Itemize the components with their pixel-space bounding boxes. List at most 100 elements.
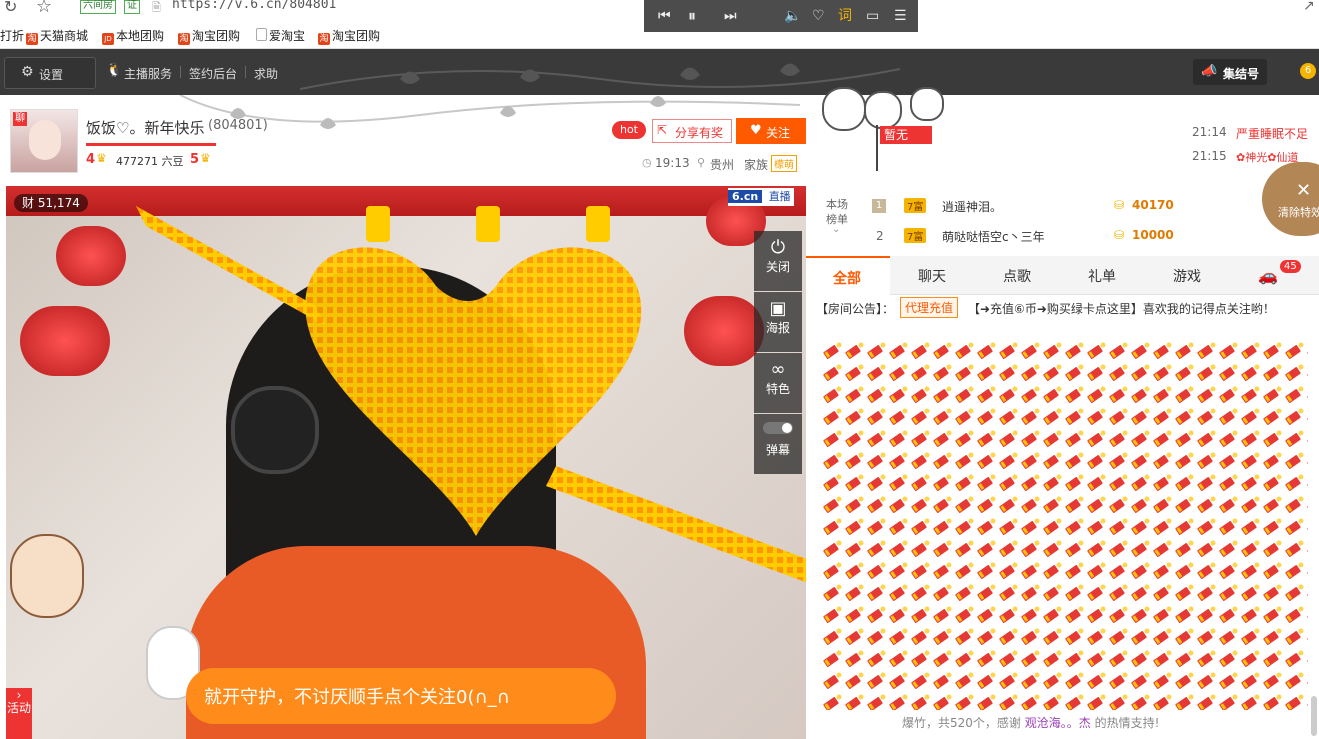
close-video-button[interactable]: ⏻ 关闭 [754, 231, 802, 291]
guard-head [910, 87, 944, 121]
taobao-icon: 淘 [318, 33, 330, 45]
share-button[interactable]: ⇱ 分享有奖 [652, 119, 732, 143]
star-icon[interactable]: ☆ [36, 0, 52, 17]
cartoon-girl [10, 534, 84, 618]
nav-contract[interactable]: 签约后台 [189, 65, 237, 82]
coin-icon[interactable]: 6 [1300, 63, 1316, 79]
bookmark-discount[interactable]: 打折 [0, 27, 24, 44]
follow-button[interactable]: ♥ 关注 [736, 118, 806, 144]
poster-button[interactable]: ▣ 海报 [754, 292, 802, 352]
marquee-banner: 就开守护，不讨厌顺手点个关注0(∩_∩ [186, 668, 616, 724]
features-button[interactable]: ∞ 特色 [754, 353, 802, 413]
family-badge[interactable]: 檬萌 [771, 155, 797, 172]
close-icon: ✕ [1296, 180, 1312, 201]
beans-count: 477271 六豆 [116, 155, 184, 168]
room-id: (804801) [208, 118, 268, 133]
volume-icon[interactable]: 🔈 [784, 7, 801, 25]
heart-icon[interactable]: ♡ [812, 7, 825, 25]
media-player-bar: ⏮ ⏸ ⏭ 🔈 ♡ 词 ▭ ☰ [644, 0, 918, 32]
face-shape [29, 120, 61, 160]
divider [180, 66, 181, 78]
crown-icon: ♛ [200, 151, 211, 165]
firecracker-gift-wall [822, 340, 1308, 710]
qq-icon: 🐧 [106, 63, 123, 78]
streamer-name: 饭饭♡。新年快乐 [86, 119, 205, 137]
chat-time: 21:14 [1192, 125, 1227, 139]
hot-badge: hot [612, 121, 646, 139]
image-icon: ▣ [769, 298, 787, 319]
agent-recharge-button[interactable]: 代理充值 [900, 297, 959, 318]
live-time: 19:13 [655, 156, 690, 170]
tab-song[interactable]: 点歌 [1003, 266, 1031, 286]
level-progress [86, 143, 216, 146]
toggle-off-icon [754, 414, 802, 437]
bookmark-tmall[interactable]: 淘天猫商城 [26, 27, 88, 45]
right-panel: 本场 榜单 ⌄ 1 7富 逍遥神泪。 ⛁ 40170 2 7富 萌哒哒悟空c丶三… [806, 162, 1319, 739]
reload-icon[interactable]: ↻ [4, 0, 17, 16]
nav-anchor-service[interactable]: 主播服务 [124, 65, 172, 82]
chevron-right-icon: › [16, 688, 22, 702]
heart-icon: ♥ [750, 123, 762, 138]
chat-time: 21:15 [1192, 149, 1227, 163]
gear-icon: ⚙ [21, 64, 34, 80]
divider [245, 66, 246, 78]
url-field[interactable]: https://v.6.cn/804801 [172, 0, 336, 12]
announce-text[interactable]: 【➜充值⑥币➜购买绿卡点这里】喜欢我的记得点关注哟！ [968, 300, 1275, 317]
family-label: 家族 [744, 158, 769, 172]
verify-badge: 证 [124, 0, 140, 14]
nav-help[interactable]: 求助 [254, 65, 278, 82]
tab-gift-list[interactable]: 礼单 [1088, 266, 1116, 286]
wealth-icon: 财 [22, 196, 35, 210]
taobao-icon: 淘 [178, 33, 190, 45]
tab-chat[interactable]: 聊天 [918, 266, 946, 286]
screen-icon[interactable]: ▭ [866, 7, 879, 25]
coin-icon: ⛁ [1114, 228, 1125, 242]
coin-icon: ⛁ [1114, 198, 1125, 212]
guard-flag: 暂无 [880, 126, 932, 144]
fans-counter: 财 51,174 [14, 194, 88, 212]
page-icon: 🗎 [152, 1, 161, 14]
branch-decoration [300, 63, 900, 90]
site-badge: 六间房 [80, 0, 116, 14]
bookmark-ai-taobao[interactable]: 爱淘宝 [256, 27, 305, 44]
playlist-icon[interactable]: ☰ [894, 7, 907, 25]
circles-icon: ∞ [770, 359, 786, 380]
activity-button[interactable]: › 活动 [6, 688, 32, 739]
video-player[interactable]: 财 51,174 6.cn 直播 ⏻ 关闭 ▣ 海报 ∞ 特色 弹幕 就开守护，… [6, 186, 806, 739]
chevron-down-icon[interactable]: ⌄ [832, 224, 840, 235]
assemble-button[interactable]: 📣 集结号 [1193, 59, 1267, 85]
guard-head [864, 91, 902, 129]
bookmark-local-groupbuy[interactable]: JD 本地团购 [102, 27, 164, 45]
scrollbar[interactable] [1311, 696, 1317, 736]
settings-button[interactable]: ⚙ 设置 [4, 57, 96, 89]
taobao-icon: 淘 [26, 33, 38, 45]
red-lantern [56, 226, 126, 286]
ranking-row[interactable]: 2 7富 萌哒哒悟空c丶三年 ⛁ 10000 [870, 226, 1310, 248]
gift-sender[interactable]: 观沧海。。杰 [1025, 716, 1091, 730]
chat-user[interactable]: 严重睡眠不足 [1236, 125, 1308, 142]
ranking-row[interactable]: 1 7富 逍遥神泪。 ⛁ 40170 [870, 196, 1310, 218]
danmaku-toggle[interactable]: 弹幕 [754, 414, 802, 474]
streamer-avatar[interactable]: 聊 [10, 109, 78, 173]
previous-track-icon[interactable]: ⏮ [658, 7, 671, 25]
car-icon[interactable]: 🚗 [1258, 266, 1278, 285]
crown-icon: ♛ [96, 151, 107, 165]
next-track-icon[interactable]: ⏭ [724, 7, 737, 25]
pause-icon[interactable]: ⏸ [688, 7, 696, 25]
location-icon: ⚲ [697, 156, 706, 169]
site-nav: ⚙ 设置 🐧 主播服务 签约后台 求助 📣 集结号 6 [0, 49, 1319, 95]
bookmark-taobao-groupbuy-2[interactable]: 淘淘宝团购 [318, 27, 380, 45]
car-count-badge: 45 [1280, 260, 1301, 273]
brand-badge: 6.cn 直播 [728, 188, 794, 206]
page-icon [256, 28, 267, 41]
tab-all[interactable]: 全部 [806, 256, 890, 296]
lyrics-button[interactable]: 词 [838, 7, 852, 25]
wealth-badge: 7富 [904, 228, 927, 243]
gift-thanks-message: 爆竹，共520个，感谢 观沧海。。杰 的热情支持! [902, 716, 1160, 730]
ranking-label: 本场 [826, 198, 848, 211]
anchor-rank: 5 [190, 152, 200, 167]
announce-label: 【房间公告】： [816, 302, 895, 316]
bookmark-taobao-groupbuy[interactable]: 淘淘宝团购 [178, 27, 240, 45]
red-lantern [20, 306, 110, 376]
tab-games[interactable]: 游戏 [1173, 266, 1201, 286]
